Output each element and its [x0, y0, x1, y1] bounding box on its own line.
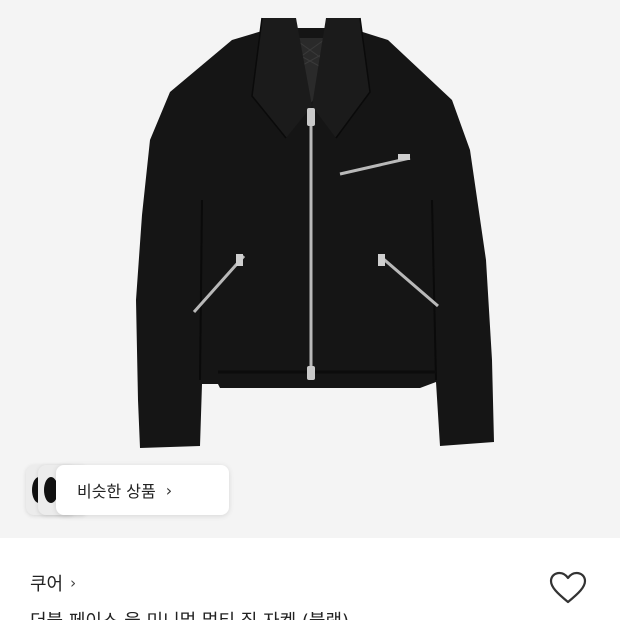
- heart-outline-icon: [549, 571, 587, 604]
- chevron-right-icon: ›: [165, 480, 173, 500]
- similar-products-label: 비슷한 상품: [77, 482, 156, 501]
- wishlist-button[interactable]: [548, 568, 588, 608]
- brand-link[interactable]: 쿠어 ›: [30, 570, 76, 596]
- jacket-illustration: [136, 17, 494, 448]
- product-title: 더블 페이스 울 미니멀 멀티 집 자켓 (블랙): [30, 607, 349, 620]
- brand-name: 쿠어: [30, 574, 64, 595]
- product-image[interactable]: 비슷한 상품 ›: [0, 0, 620, 538]
- chevron-right-icon: ›: [70, 574, 77, 592]
- similar-products-button[interactable]: 비슷한 상품 ›: [56, 465, 229, 515]
